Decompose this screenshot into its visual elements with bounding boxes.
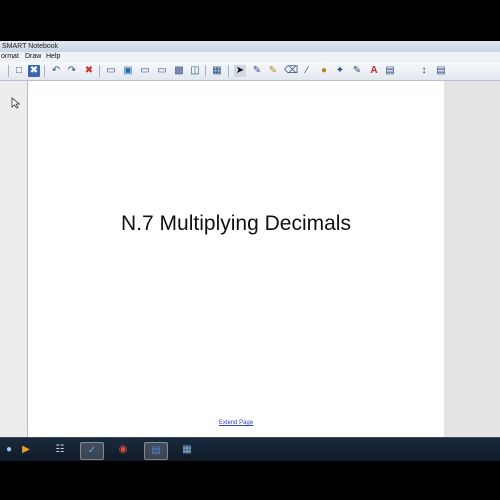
menu-draw[interactable]: Draw	[25, 52, 41, 62]
extend-page-link[interactable]: Extend Page	[28, 420, 444, 426]
media-player-icon: ▶	[22, 444, 30, 455]
capture-icon[interactable]: ▩	[173, 65, 185, 77]
toolbar-separator	[228, 65, 229, 77]
chrome-icon: ◉	[118, 444, 128, 455]
document-viewer-icon: ▦	[182, 444, 192, 455]
redo-icon[interactable]: ↷	[66, 65, 78, 77]
fill-icon[interactable]: ✎	[351, 65, 363, 77]
start-icon: ●	[5, 444, 13, 455]
properties-icon[interactable]: ▤	[384, 65, 396, 77]
taskbar-media-player[interactable]: ▶	[15, 442, 37, 458]
window-title: SMART Notebook	[2, 43, 59, 50]
dual-display-icon[interactable]: ▭	[139, 65, 151, 77]
pen-icon[interactable]: ✎	[251, 65, 263, 77]
menu-format[interactable]: ormat	[1, 52, 19, 62]
taskbar-chrome[interactable]: ◉	[112, 442, 134, 458]
notebook-page[interactable]: N.7 Multiplying Decimals Extend Page	[27, 81, 445, 437]
delete-page-icon[interactable]: ✖	[28, 65, 40, 77]
word-icon: ▤	[151, 445, 161, 456]
table-icon[interactable]: ▦	[211, 65, 223, 77]
line-icon[interactable]: ∕	[301, 65, 313, 77]
eraser-icon[interactable]: ⌫	[284, 65, 298, 77]
menu-help[interactable]: Help	[46, 52, 60, 62]
new-page-icon[interactable]: □	[13, 65, 25, 77]
document-camera-icon[interactable]: ◫	[189, 65, 201, 77]
toolbar-separator	[99, 65, 100, 77]
text-icon[interactable]: A	[368, 65, 380, 77]
toolbar: □ ✖ ↶ ↷ ✖ ▭ ▣ ▭ ▭ ▩ ◫ ▦ ➤ ✎ ✎ ⌫ ∕ ● ✦ ✎ …	[0, 62, 500, 81]
mouse-cursor-icon	[11, 97, 21, 109]
toolbar-separator	[8, 65, 9, 77]
page-title[interactable]: N.7 Multiplying Decimals	[28, 212, 444, 236]
undo-icon[interactable]: ↶	[50, 65, 62, 77]
taskbar-network[interactable]: ☷	[49, 442, 71, 458]
show-screen-icon[interactable]: ▭	[156, 65, 168, 77]
right-panel	[444, 81, 500, 437]
shapes-icon[interactable]: ●	[318, 65, 330, 77]
network-icon: ☷	[55, 444, 65, 455]
taskbar-document-viewer[interactable]: ▦	[176, 442, 198, 458]
toolbar-separator	[205, 65, 206, 77]
toolbar-separator	[44, 65, 45, 77]
taskbar-smart-notebook[interactable]: ✓	[80, 442, 104, 460]
smart-notebook-icon: ✓	[87, 445, 97, 456]
screen-shade-icon[interactable]: ▭	[105, 65, 117, 77]
toolbar-options-icon[interactable]: ▤	[435, 65, 447, 77]
select-icon[interactable]: ➤	[234, 65, 246, 77]
move-toolbar-icon[interactable]: ↕	[418, 65, 430, 77]
taskbar: ● ▶ ☷ ✓ ◉ ▤ ▦	[0, 437, 500, 462]
creative-pen-icon[interactable]: ✎	[267, 65, 279, 77]
letterbox-bottom	[0, 461, 500, 500]
side-area	[0, 81, 28, 437]
delete-icon[interactable]: ✖	[83, 65, 95, 77]
full-screen-icon[interactable]: ▣	[122, 65, 134, 77]
magic-pen-icon[interactable]: ✦	[334, 65, 346, 77]
taskbar-word[interactable]: ▤	[144, 442, 168, 460]
